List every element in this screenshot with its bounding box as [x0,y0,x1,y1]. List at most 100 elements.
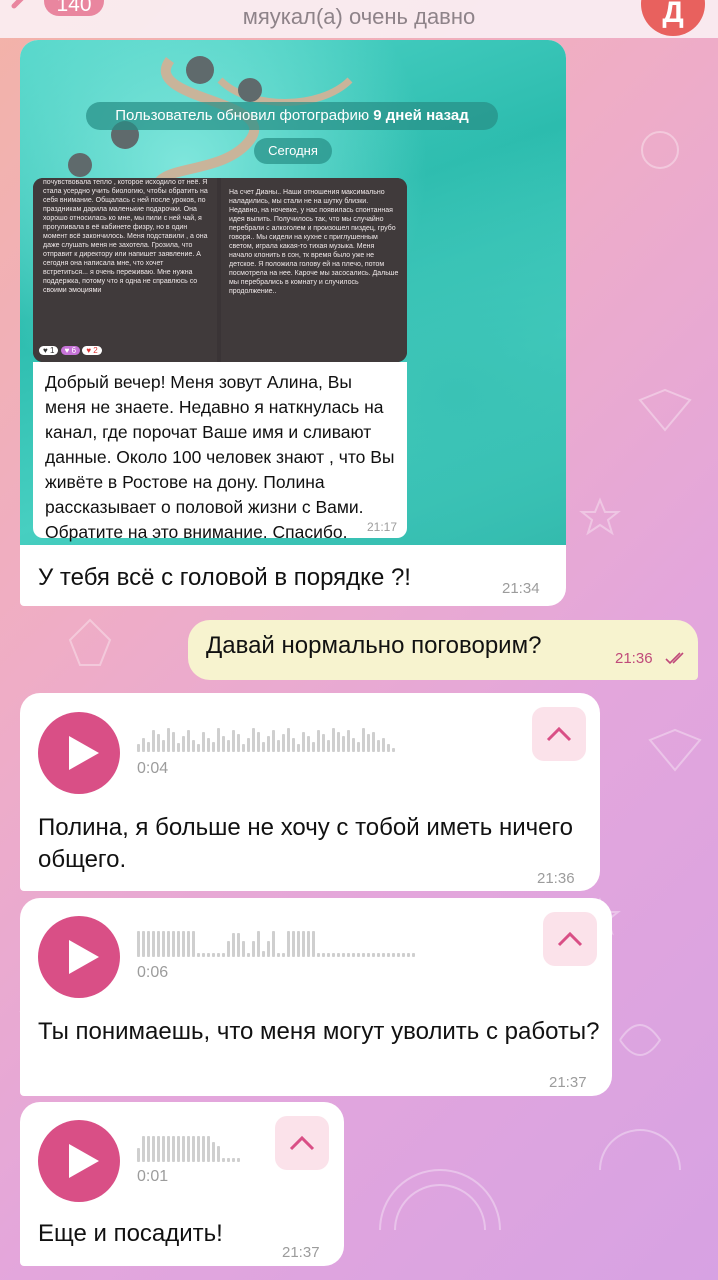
waveform-bar [257,931,260,957]
waveform-bar [157,734,160,752]
waveform-bar [152,730,155,752]
waveform-bar [342,736,345,752]
waveform-bar [367,953,370,957]
read-checkmarks-icon [665,652,684,665]
voice-transcript: Ты понимаешь, что меня могут уволить с р… [38,1018,600,1045]
waveform-bar [187,1136,190,1162]
waveform-bar [257,732,260,752]
waveform-bar [147,931,150,957]
waveform-bar [337,953,340,957]
waveform-bar [312,931,315,957]
avatar[interactable]: Д [641,0,705,36]
waveform-bar [322,953,325,957]
waveform-bar [222,736,225,752]
waveform-bar [367,734,370,752]
voice-transcript: Полина, я больше не хочу с тобой иметь н… [38,814,574,873]
waveform-bar [212,742,215,752]
waveform-bar [392,953,395,957]
transcribe-toggle-button[interactable] [543,912,597,966]
screenshot-left: почувствовала тепло , которое исходило о… [33,178,217,362]
voice-duration: 0:04 [137,760,169,777]
waveform-bar [302,732,305,752]
waveform-bar [237,734,240,752]
waveform-bar [362,728,365,752]
screenshot-right-text: На счет Дианы.. Наши отношения максималь… [229,189,399,295]
transcribe-toggle-button[interactable] [532,707,586,761]
waveform-bar [162,931,165,957]
waveform-bar [197,953,200,957]
waveform-bar [202,953,205,957]
waveform-bar [262,951,265,957]
forwarded-screenshots[interactable]: почувствовала тепло , которое исходило о… [33,178,407,362]
waveform[interactable] [137,925,417,957]
waveform-bar [377,740,380,752]
waveform-bar [157,931,160,957]
waveform-bar [172,1136,175,1162]
waveform-bar [212,953,215,957]
waveform-bar [237,933,240,957]
forwarded-time: 21:17 [367,520,398,534]
waveform-bar [167,728,170,752]
waveform-bar [172,931,175,957]
waveform-bar [317,953,320,957]
waveform-bar [192,740,195,752]
voice-message-time: 21:37 [549,1074,587,1091]
waveform-bar [402,953,405,957]
forwarded-text-card: Добрый вечер! Меня зовут Алина, Вы меня … [33,362,407,542]
waveform-bar [347,730,350,752]
waveform-bar [287,931,290,957]
play-button[interactable] [38,712,120,794]
waveform-bar [182,1136,185,1162]
voice-duration: 0:01 [137,1168,169,1185]
chevron-up-icon [546,726,572,742]
voice-message-time: 21:36 [537,870,575,887]
waveform-bar [152,931,155,957]
waveform-bar [202,732,205,752]
waveform-bar [252,941,255,957]
waveform-bar [137,744,140,752]
voice-message-time: 21:37 [282,1244,320,1261]
waveform-bar [382,953,385,957]
waveform-bar [372,732,375,752]
waveform-bar [157,1136,160,1162]
waveform-bar [227,740,230,752]
transcribe-toggle-button[interactable] [275,1116,329,1170]
play-button[interactable] [38,1120,120,1202]
waveform-bar [277,953,280,957]
waveform-bar [297,744,300,752]
waveform-bar [392,748,395,752]
waveform-bar [282,953,285,957]
waveform-bar [172,732,175,752]
waveform-bar [187,931,190,957]
waveform-bar [292,931,295,957]
waveform[interactable] [137,1130,242,1162]
waveform-bar [187,730,190,752]
waveform-bar [377,953,380,957]
waveform-bar [332,728,335,752]
waveform-bar [247,953,250,957]
waveform-bar [167,1136,170,1162]
waveform[interactable] [137,720,397,752]
voice-duration: 0:06 [137,964,169,981]
waveform-bar [182,736,185,752]
waveform-bar [197,744,200,752]
waveform-bar [177,931,180,957]
sent-message-time: 21:36 [615,650,653,667]
play-button[interactable] [38,916,120,998]
waveform-bar [292,738,295,752]
waveform-bar [312,742,315,752]
waveform-bar [337,732,340,752]
waveform-bar [272,931,275,957]
waveform-bar [287,728,290,752]
waveform-bar [237,1158,240,1162]
waveform-bar [317,730,320,752]
waveform-bar [227,1158,230,1162]
waveform-bar [327,740,330,752]
waveform-bar [207,1136,210,1162]
screenshot-right: На счет Дианы.. Наши отношения максималь… [221,178,407,362]
waveform-bar [207,953,210,957]
reaction-row: ♥ 1 ♥ 6 ♥ 2 [39,346,102,355]
waveform-bar [387,744,390,752]
waveform-bar [152,1136,155,1162]
waveform-bar [202,1136,205,1162]
